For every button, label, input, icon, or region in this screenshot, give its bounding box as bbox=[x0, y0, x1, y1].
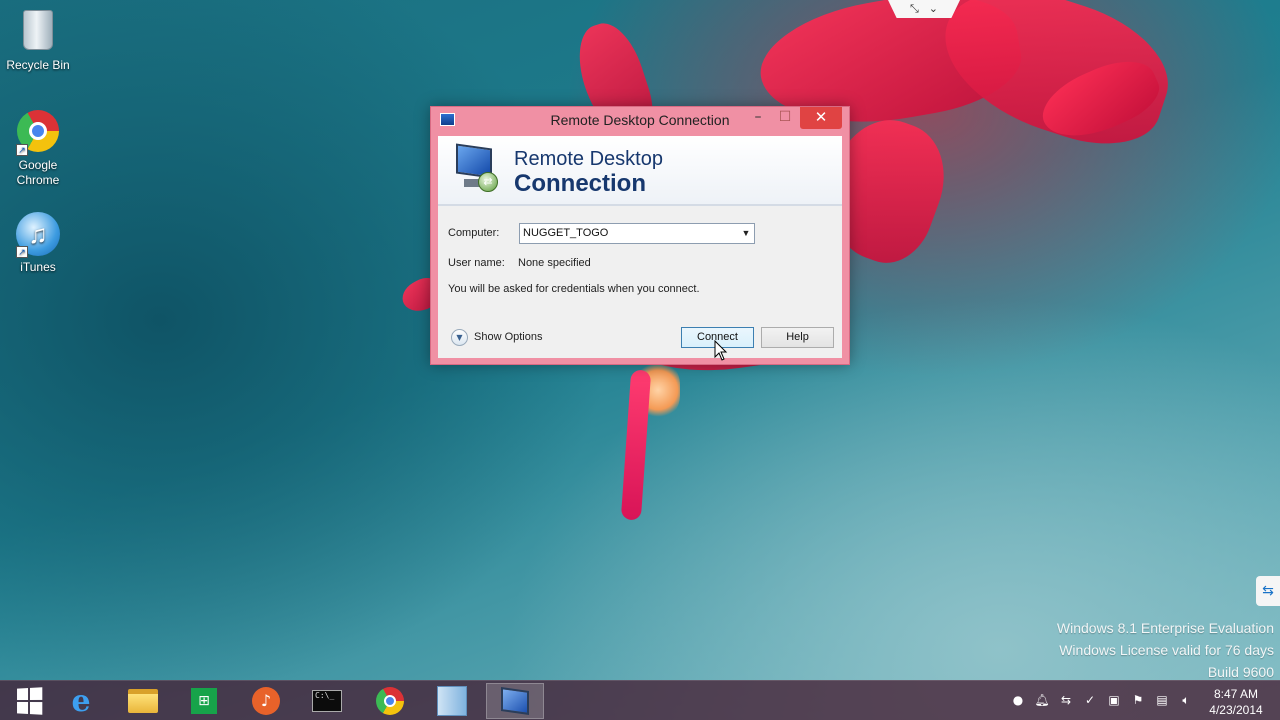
taskbar-internet-explorer[interactable]: e bbox=[52, 683, 110, 719]
taskbar-remote-desktop[interactable] bbox=[486, 683, 544, 719]
windows-logo-icon bbox=[17, 687, 43, 715]
server-manager-icon bbox=[437, 686, 467, 716]
shortcut-arrow-icon: ↗ bbox=[16, 246, 28, 258]
desktop-icon-google-chrome[interactable]: ↗ Google Chrome bbox=[4, 110, 72, 188]
desktop-icon-recycle-bin[interactable]: Recycle Bin bbox=[4, 8, 72, 73]
restore-icon[interactable]: ⤡ bbox=[910, 0, 919, 18]
headphones-icon: ♪ bbox=[252, 687, 280, 715]
mouse-cursor-icon bbox=[714, 340, 728, 361]
maximize-button[interactable]: ☐ bbox=[772, 107, 798, 129]
sync-icon[interactable]: ✓ bbox=[1082, 693, 1098, 708]
desktop-icon-label: iTunes bbox=[20, 260, 56, 274]
clock-date: 4/23/2014 bbox=[1209, 703, 1263, 717]
banner-title-line2: Connection bbox=[514, 170, 646, 197]
recycle-bin-icon bbox=[16, 10, 60, 54]
show-options-toggle[interactable]: ▼ Show Options bbox=[451, 328, 542, 346]
close-button[interactable]: ✕ bbox=[800, 107, 842, 129]
minimize-button[interactable]: – bbox=[745, 107, 771, 129]
system-tray: ● 🔔︎ ⇆ ✓ ▣ ⚑ ▤ 🔈︎ bbox=[1010, 693, 1194, 708]
wd-icon[interactable]: ▣ bbox=[1106, 693, 1122, 708]
username-value: None specified bbox=[518, 257, 591, 269]
taskbar: e ⊞ ♪ C:\_ ● 🔔︎ ⇆ ✓ ▣ ⚑ ▤ 🔈︎ 8:47 AM 4/2… bbox=[0, 680, 1280, 720]
username-label: User name: bbox=[448, 257, 505, 269]
notification-bell-icon[interactable]: 🔔︎ bbox=[1034, 693, 1050, 708]
chevron-down-icon[interactable]: ⌄ bbox=[929, 0, 938, 18]
volume-icon[interactable]: 🔈︎ bbox=[1178, 693, 1194, 708]
remote-desktop-logo-icon: ⇄ bbox=[454, 143, 498, 192]
clock-time: 8:47 AM bbox=[1213, 687, 1259, 701]
expand-chevron-icon: ▼ bbox=[451, 328, 468, 346]
folder-icon bbox=[128, 689, 158, 713]
computer-value: NUGGET_TOGO bbox=[523, 227, 609, 239]
chrome-icon bbox=[376, 687, 404, 715]
windows-watermark: Windows 8.1 Enterprise Evaluation Window… bbox=[1057, 617, 1274, 683]
computer-label: Computer: bbox=[448, 227, 500, 239]
credentials-note: You will be asked for credentials when y… bbox=[448, 283, 700, 295]
desktop-icon-label: Recycle Bin bbox=[6, 58, 70, 72]
chrome-icon: ↗ bbox=[16, 110, 60, 156]
itunes-icon: ♫ ↗ bbox=[16, 212, 60, 258]
help-button[interactable]: Help bbox=[761, 327, 834, 348]
internet-explorer-icon: e bbox=[71, 683, 91, 719]
taskbar-server-manager[interactable] bbox=[423, 683, 481, 719]
dialog-body: ⇄ Remote Desktop Connection Computer: NU… bbox=[438, 136, 842, 358]
connection-bar[interactable]: ⤡ ⌄ bbox=[888, 0, 960, 18]
banner-title-line1: Remote Desktop bbox=[514, 148, 663, 170]
teamviewer-icon: ⇆ bbox=[1262, 583, 1274, 599]
taskbar-audio-app[interactable]: ♪ bbox=[237, 683, 295, 719]
title-bar[interactable]: Remote Desktop Connection – ☐ ✕ bbox=[431, 107, 849, 135]
chevron-down-icon[interactable]: ▼ bbox=[738, 224, 754, 243]
taskbar-file-explorer[interactable] bbox=[114, 683, 172, 719]
remote-desktop-dialog: Remote Desktop Connection – ☐ ✕ ⇄ Remote… bbox=[430, 106, 850, 365]
computer-combobox[interactable]: NUGGET_TOGO ▼ bbox=[519, 223, 755, 244]
action-center-flag-icon[interactable]: ⚑ bbox=[1130, 693, 1146, 708]
remote-desktop-icon bbox=[501, 687, 529, 715]
shortcut-arrow-icon: ↗ bbox=[16, 144, 28, 156]
network-icon[interactable]: ▤ bbox=[1154, 693, 1170, 708]
taskbar-store[interactable]: ⊞ bbox=[175, 683, 233, 719]
watermark-license: Windows License valid for 76 days bbox=[1059, 642, 1274, 658]
desktop-icon-itunes[interactable]: ♫ ↗ iTunes bbox=[4, 212, 72, 275]
taskbar-clock[interactable]: 8:47 AM 4/23/2014 bbox=[1196, 686, 1276, 718]
store-icon: ⊞ bbox=[191, 688, 217, 714]
chrome-tray-icon[interactable]: ● bbox=[1010, 693, 1026, 708]
start-button[interactable] bbox=[0, 683, 58, 719]
dialog-banner: ⇄ Remote Desktop Connection bbox=[438, 136, 842, 206]
taskbar-command-prompt[interactable]: C:\_ bbox=[298, 683, 356, 719]
teamviewer-side-tab[interactable]: ⇆ bbox=[1256, 576, 1280, 606]
watermark-edition: Windows 8.1 Enterprise Evaluation bbox=[1056, 620, 1274, 636]
taskbar-google-chrome[interactable] bbox=[361, 683, 419, 719]
command-prompt-icon: C:\_ bbox=[312, 690, 342, 712]
teamviewer-tray-icon[interactable]: ⇆ bbox=[1058, 693, 1074, 708]
desktop-icon-label: Google Chrome bbox=[16, 158, 60, 187]
show-options-label: Show Options bbox=[474, 331, 543, 343]
